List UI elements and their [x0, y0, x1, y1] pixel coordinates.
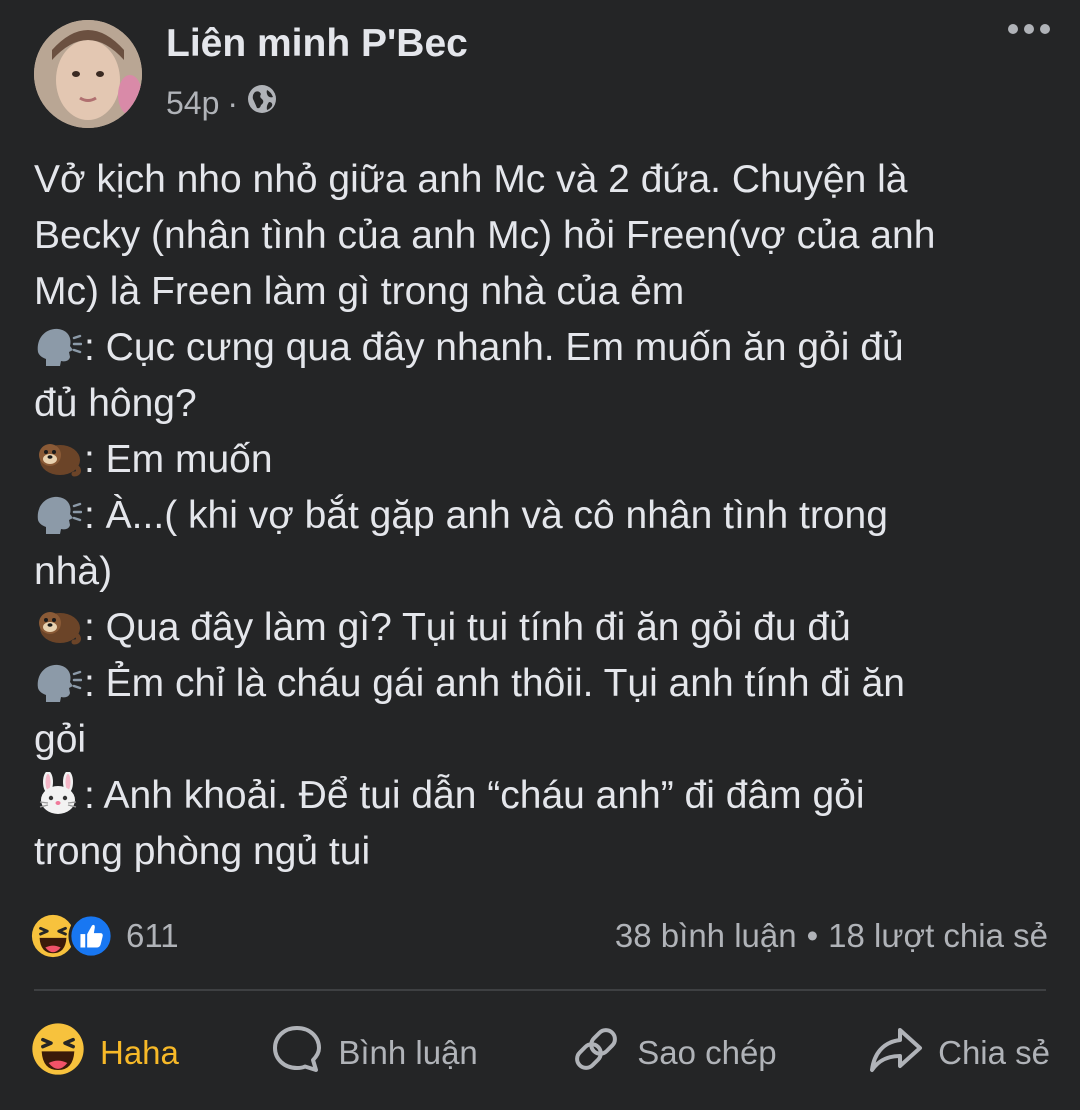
meta-separator: ·	[227, 84, 239, 121]
post-author-name[interactable]: Liên minh P'Bec	[166, 22, 468, 66]
reaction-summary[interactable]: 611	[30, 913, 179, 959]
share-count[interactable]: 18 lượt chia sẻ	[828, 917, 1048, 955]
dot	[1008, 24, 1018, 34]
post-line: : Ẻm chỉ là cháu gái anh thôii. Tụi anh …	[34, 656, 1044, 712]
link-icon	[569, 1022, 623, 1084]
post-line: : Em muốn	[34, 432, 1044, 488]
reaction-count: 611	[126, 917, 179, 954]
dot	[1040, 24, 1050, 34]
comment-label: Bình luận	[338, 1034, 478, 1071]
avatar[interactable]	[34, 20, 142, 128]
post-line-text: : Qua đây làm gì? Tụi tui tính đi ăn gỏi…	[84, 606, 851, 649]
post-line: Becky (nhân tình của anh Mc) hỏi Freen(v…	[34, 208, 1044, 264]
stats-bullet: •	[806, 917, 819, 954]
speaking-head-emoji-icon	[34, 660, 82, 704]
speaking-head-emoji-icon	[34, 324, 82, 368]
action-bar: Haha Bình luận Sao chép Chia sẻ	[30, 1018, 1050, 1088]
post-line: : À...( khi vợ bắt gặp anh và cô nhân tì…	[34, 488, 1044, 544]
post-line: nhà)	[34, 544, 1044, 600]
post-meta: 54p ·	[166, 83, 278, 123]
share-label: Chia sẻ	[938, 1034, 1050, 1071]
haha-icon	[30, 1021, 86, 1085]
post-text: Vở kịch nho nhỏ giữa anh Mc và 2 đứa. Ch…	[34, 152, 1044, 880]
post-line-text: Becky (nhân tình của anh Mc) hỏi Freen(v…	[34, 214, 936, 257]
post-line-text: : Cục cưng qua đây nhanh. Em muốn ăn gỏi…	[84, 326, 904, 369]
otter-emoji-icon	[34, 436, 82, 480]
post-line-text: nhà)	[34, 550, 113, 593]
dot	[1024, 24, 1034, 34]
haha-label: Haha	[100, 1034, 179, 1071]
rabbit-face-emoji-icon	[34, 772, 82, 816]
post-stats: 611 38 bình luận • 18 lượt chia sẻ	[30, 908, 1048, 964]
post-line: Vở kịch nho nhỏ giữa anh Mc và 2 đứa. Ch…	[34, 152, 1044, 208]
post-line: đủ hông?	[34, 376, 1044, 432]
post-line: Mc) là Freen làm gì trong nhà của ẻm	[34, 264, 1044, 320]
post-line: gỏi	[34, 712, 1044, 768]
share-button[interactable]: Chia sẻ	[868, 1022, 1050, 1084]
post-line-text: gỏi	[34, 718, 87, 761]
otter-emoji-icon	[34, 604, 82, 648]
post-line-text: trong phòng ngủ tui	[34, 830, 371, 873]
comment-count[interactable]: 38 bình luận	[615, 917, 797, 955]
post-line-text: : Anh khoải. Để tui dẫn “cháu anh” đi đâ…	[84, 774, 865, 817]
post-line: trong phòng ngủ tui	[34, 824, 1044, 880]
like-reaction-icon	[68, 913, 114, 959]
post-line: : Qua đây làm gì? Tụi tui tính đi ăn gỏi…	[34, 600, 1044, 656]
post-line-text: : Ẻm chỉ là cháu gái anh thôii. Tụi anh …	[84, 662, 905, 705]
comment-button[interactable]: Bình luận	[270, 1022, 478, 1084]
post-timestamp[interactable]: 54p	[166, 85, 219, 122]
post-line-text: : Em muốn	[84, 438, 273, 481]
post-line: : Cục cưng qua đây nhanh. Em muốn ăn gỏi…	[34, 320, 1044, 376]
engagement-summary: 38 bình luận • 18 lượt chia sẻ	[615, 917, 1048, 955]
share-icon	[868, 1022, 924, 1084]
post-line-text: : À...( khi vợ bắt gặp anh và cô nhân tì…	[84, 494, 888, 537]
copy-link-button[interactable]: Sao chép	[569, 1022, 777, 1084]
speaking-head-emoji-icon	[34, 492, 82, 536]
more-options-icon[interactable]	[1008, 24, 1050, 34]
haha-button[interactable]: Haha	[30, 1021, 179, 1085]
divider	[34, 989, 1046, 991]
copy-label: Sao chép	[637, 1034, 777, 1071]
post-line-text: Vở kịch nho nhỏ giữa anh Mc và 2 đứa. Ch…	[34, 158, 908, 201]
comment-icon	[270, 1022, 324, 1084]
post-line-text: đủ hông?	[34, 382, 197, 425]
post-line-text: Mc) là Freen làm gì trong nhà của ẻm	[34, 270, 685, 313]
post-line: : Anh khoải. Để tui dẫn “cháu anh” đi đâ…	[34, 768, 1044, 824]
globe-icon	[246, 83, 278, 123]
